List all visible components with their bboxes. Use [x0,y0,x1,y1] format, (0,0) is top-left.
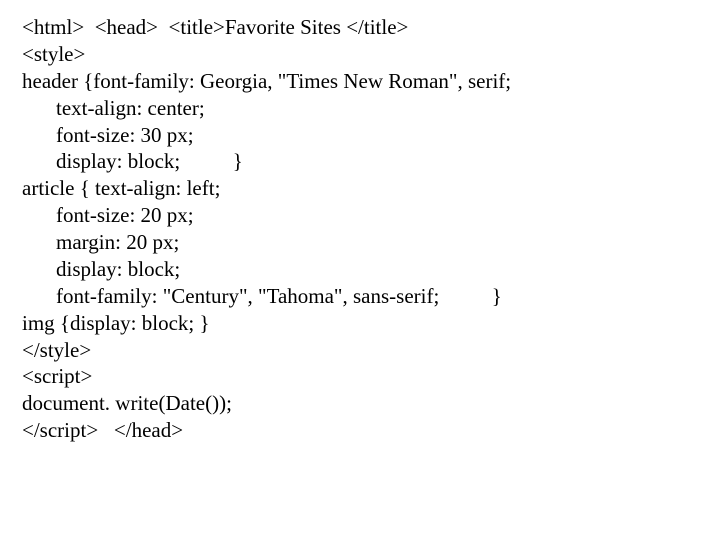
code-line: article { text-align: left; [22,175,720,202]
code-line: </style> [22,337,720,364]
code-line: display: block; [22,256,720,283]
code-line: document. write(Date()); [22,390,720,417]
code-line: <html> <head> <title>Favorite Sites </ti… [22,14,720,41]
code-line: font-family: "Century", "Tahoma", sans-s… [22,283,720,310]
code-line: img {display: block; } [22,310,720,337]
code-line: <script> [22,363,720,390]
code-line: text-align: center; [22,95,720,122]
code-line: display: block; } [22,148,720,175]
code-line: </script> </head> [22,417,720,444]
code-line: <style> [22,41,720,68]
code-line: header {font-family: Georgia, "Times New… [22,68,720,95]
code-snippet: <html> <head> <title>Favorite Sites </ti… [0,0,720,444]
code-line: font-size: 30 px; [22,122,720,149]
code-line: font-size: 20 px; [22,202,720,229]
code-line: margin: 20 px; [22,229,720,256]
